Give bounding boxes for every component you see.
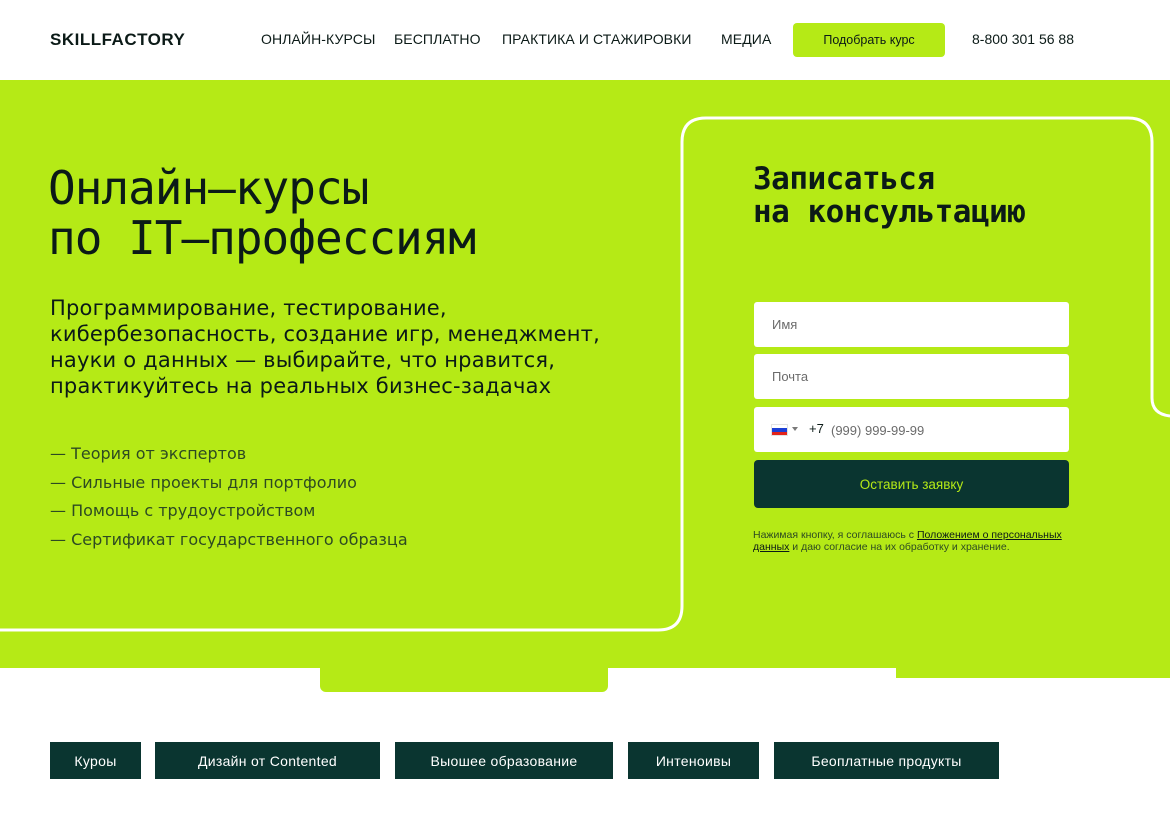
phone-country-code: +7 (809, 421, 824, 436)
hero-subtitle: Программирование, тестирование, кибербез… (50, 296, 600, 398)
category-design[interactable]: Дизайн от Contented (155, 742, 380, 779)
form-title: Записаться на консультацию (753, 161, 1026, 230)
consent-suffix: и даю согласие на их обработку и хранени… (789, 540, 1010, 553)
email-input[interactable] (754, 354, 1069, 399)
category-courses[interactable]: Куроы (50, 742, 141, 779)
phone-number-link[interactable]: 8-800 301 56 88 (972, 31, 1074, 47)
phone-field[interactable]: +7 (754, 407, 1069, 452)
category-higher-education[interactable]: Выошее образование (395, 742, 613, 779)
consent-prefix: Нажимая кнопку, я соглашаюсь с (753, 529, 917, 541)
pick-course-button[interactable]: Подобрать курс (793, 23, 945, 57)
category-intensives[interactable]: Интеноивы (628, 742, 759, 779)
hero-title-line-1: Онлайн–курсы (48, 161, 369, 215)
hero-tab-decoration (320, 668, 608, 692)
feature-item: — Сертификат государственного образца (50, 529, 408, 549)
nav-practice[interactable]: ПРАКТИКА И СТАЖИРОВКИ (502, 31, 692, 47)
logo[interactable]: SKILLFACTORY (50, 30, 185, 50)
consent-text: Нажимая кнопку, я соглашаюсь с Положение… (753, 529, 1078, 553)
feature-item: — Сильные проекты для портфолио (50, 472, 357, 492)
form-title-line-1: Записаться (753, 161, 935, 197)
feature-item: — Помощь с трудоустройством (50, 501, 316, 520)
features-list: — Теория от экспертов — Сильные проекты … (50, 440, 408, 554)
hero-title: Онлайн–курсы по IT–профессиям (48, 161, 476, 265)
nav-free[interactable]: БЕСПЛАТНО (394, 31, 481, 47)
name-input[interactable] (754, 302, 1069, 347)
form-title-line-2: на консультацию (753, 194, 1026, 230)
russia-flag-icon[interactable] (771, 424, 788, 436)
nav-online-courses[interactable]: ОНЛАЙН-КУРСЫ (261, 31, 375, 47)
hero-notch-decoration (0, 668, 320, 670)
category-free-products[interactable]: Беоплатные продукты (774, 742, 999, 779)
hero-title-line-2: по IT–профессиям (48, 211, 476, 265)
phone-input[interactable] (831, 415, 1051, 445)
nav-media[interactable]: МЕДИА (721, 31, 771, 47)
chevron-down-icon[interactable] (792, 427, 798, 431)
submit-button[interactable]: Оставить заявку (754, 460, 1069, 508)
feature-item: — Теория от экспертов (50, 444, 247, 463)
site-header: SKILLFACTORY ОНЛАЙН-КУРСЫ БЕСПЛАТНО ПРАК… (0, 0, 1170, 80)
